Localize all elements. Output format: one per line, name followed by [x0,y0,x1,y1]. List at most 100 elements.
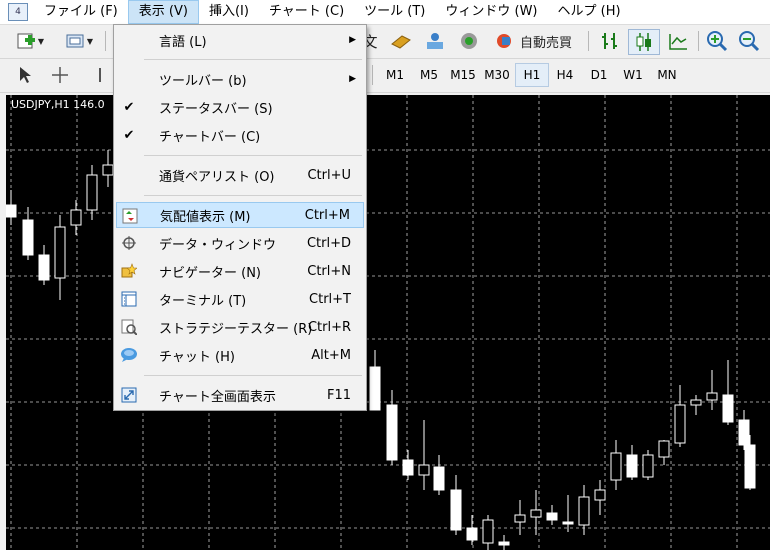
menu-chart[interactable]: チャート (C) [259,0,354,24]
candle-body [690,399,702,406]
book-icon [391,35,411,49]
autotrade-label: 自動売買 [519,35,572,51]
menu-tools[interactable]: ツール (T) [354,0,435,24]
cursor-button[interactable] [12,63,38,87]
menu-window[interactable]: ウィンドウ (W) [435,0,547,24]
menu-separator [144,155,362,156]
timeframe-w1[interactable]: W1 [617,63,649,87]
menu-separator [144,375,362,376]
autotrade-icon [496,34,511,48]
candle-body [54,226,66,279]
view-menu-navigator[interactable]: ナビゲーター (N) Ctrl+N [116,258,364,284]
candle-body [433,466,445,491]
timeframe-m1[interactable]: M1 [379,63,411,87]
candle-body [642,454,654,478]
candle-body [744,444,756,489]
zoom-in-button[interactable] [704,29,730,53]
toolbar-separator [588,31,589,51]
candlestick-button[interactable] [628,29,660,55]
vertical-line-button[interactable] [90,63,110,87]
chart-symbol-label: USDJPY,H1 146.0 [11,98,105,111]
autotrade-button[interactable]: 自動売買 [488,29,578,53]
menu-item-label: ステータスバー (S) [159,101,273,117]
cursor-arrow-icon [20,67,31,83]
menu-bar: 4 ファイル (F) 表示 (V) 挿入(I) チャート (C) ツール (T)… [0,0,770,25]
menu-view[interactable]: 表示 (V) [127,0,199,24]
candle-body [562,521,574,525]
market-watch-icon [121,207,139,225]
menu-item-label: 気配値表示 (M) [160,209,251,225]
candle-body [22,219,34,256]
timeframe-m15[interactable]: M15 [447,63,479,87]
view-menu-terminal[interactable]: ターミナル (T) Ctrl+T [116,286,364,312]
menu-item-label: 言語 (L) [159,34,207,50]
menu-item-label: チャット (H) [159,349,235,365]
new-chart-button[interactable]: ▼ [12,29,48,53]
view-menu-fullscreen[interactable]: チャート全画面表示 F11 [116,382,364,408]
menu-item-label: ストラテジーテスター (R) [159,321,313,337]
menu-separator [144,59,362,60]
bar-chart-icon [602,33,617,49]
menu-item-label: チャート全画面表示 [159,389,276,405]
candle-body [466,527,478,541]
candle-body [402,459,414,476]
zoom-out-icon [739,31,760,52]
timeframe-h4[interactable]: H4 [549,63,581,87]
timeframe-m5[interactable]: M5 [413,63,445,87]
check-icon: ✔ [123,127,135,143]
view-menu-toolbars[interactable]: ツールバー (b) ▶ [116,66,364,92]
dropdown-arrow-icon: ▼ [86,36,94,46]
line-chart-button[interactable] [664,29,692,53]
fullscreen-icon [120,386,138,404]
crosshair-icon [52,67,68,83]
view-menu-dropdown: 言語 (L) ▶ ツールバー (b) ▶ ✔ ステータスバー (S) ✔ チャー… [113,24,367,411]
view-menu-status-bar[interactable]: ✔ ステータスバー (S) [116,94,364,120]
view-menu-market-watch[interactable]: 気配値表示 (M) Ctrl+M [116,202,364,228]
candle-body [38,254,50,281]
timeframe-d1[interactable]: D1 [583,63,615,87]
vertical-line-icon [99,68,101,82]
market-button[interactable] [456,29,482,53]
candle-body [722,394,734,423]
view-menu-strategy-tester[interactable]: ストラテジーテスター (R) Ctrl+R [116,314,364,340]
menu-shortcut: Ctrl+R [307,319,351,335]
menu-help[interactable]: ヘルプ (H) [548,0,631,24]
candle-body [514,514,526,523]
timeframe-mn[interactable]: MN [651,63,683,87]
menu-shortcut: Ctrl+M [304,207,350,223]
timeframe-m30[interactable]: M30 [481,63,513,87]
zoom-in-icon [707,31,728,52]
crosshair-button[interactable] [46,63,74,87]
candle-body [706,392,718,401]
toolbar-separator [698,31,699,51]
candle-body [450,489,462,531]
menu-shortcut: Ctrl+N [307,263,351,279]
profiles-button[interactable]: ▼ [60,29,98,53]
candle-body [369,366,381,411]
view-menu-language[interactable]: 言語 (L) ▶ [116,27,364,53]
menu-file[interactable]: ファイル (F) [34,0,128,24]
signals-button[interactable] [422,29,448,53]
candle-body [498,541,510,546]
candle-body [610,452,622,481]
zoom-out-button[interactable] [736,29,762,53]
menu-item-label: ツールバー (b) [159,73,247,89]
timeframe-h1[interactable]: H1 [515,63,549,87]
view-menu-symbols[interactable]: 通貨ペアリスト (O) Ctrl+U [116,162,364,188]
person-signal-icon [427,33,443,49]
candle-body [674,404,686,444]
menu-insert[interactable]: 挿入(I) [199,0,259,24]
menu-shortcut: Ctrl+T [309,291,351,307]
app-icon: 4 [8,3,28,21]
bar-chart-button[interactable] [596,29,624,53]
menu-separator [144,195,362,196]
chat-bubble-icon [120,346,138,364]
candle-body [626,454,638,478]
menu-item-label: ナビゲーター (N) [159,265,262,281]
candle-body [530,509,542,518]
view-menu-chart-bar[interactable]: ✔ チャートバー (C) [116,122,364,148]
view-menu-chat[interactable]: チャット (H) Alt+M [116,342,364,368]
candle-body [70,209,82,226]
book-button[interactable] [388,29,414,53]
view-menu-data-window[interactable]: データ・ウィンドウ Ctrl+D [116,230,364,256]
